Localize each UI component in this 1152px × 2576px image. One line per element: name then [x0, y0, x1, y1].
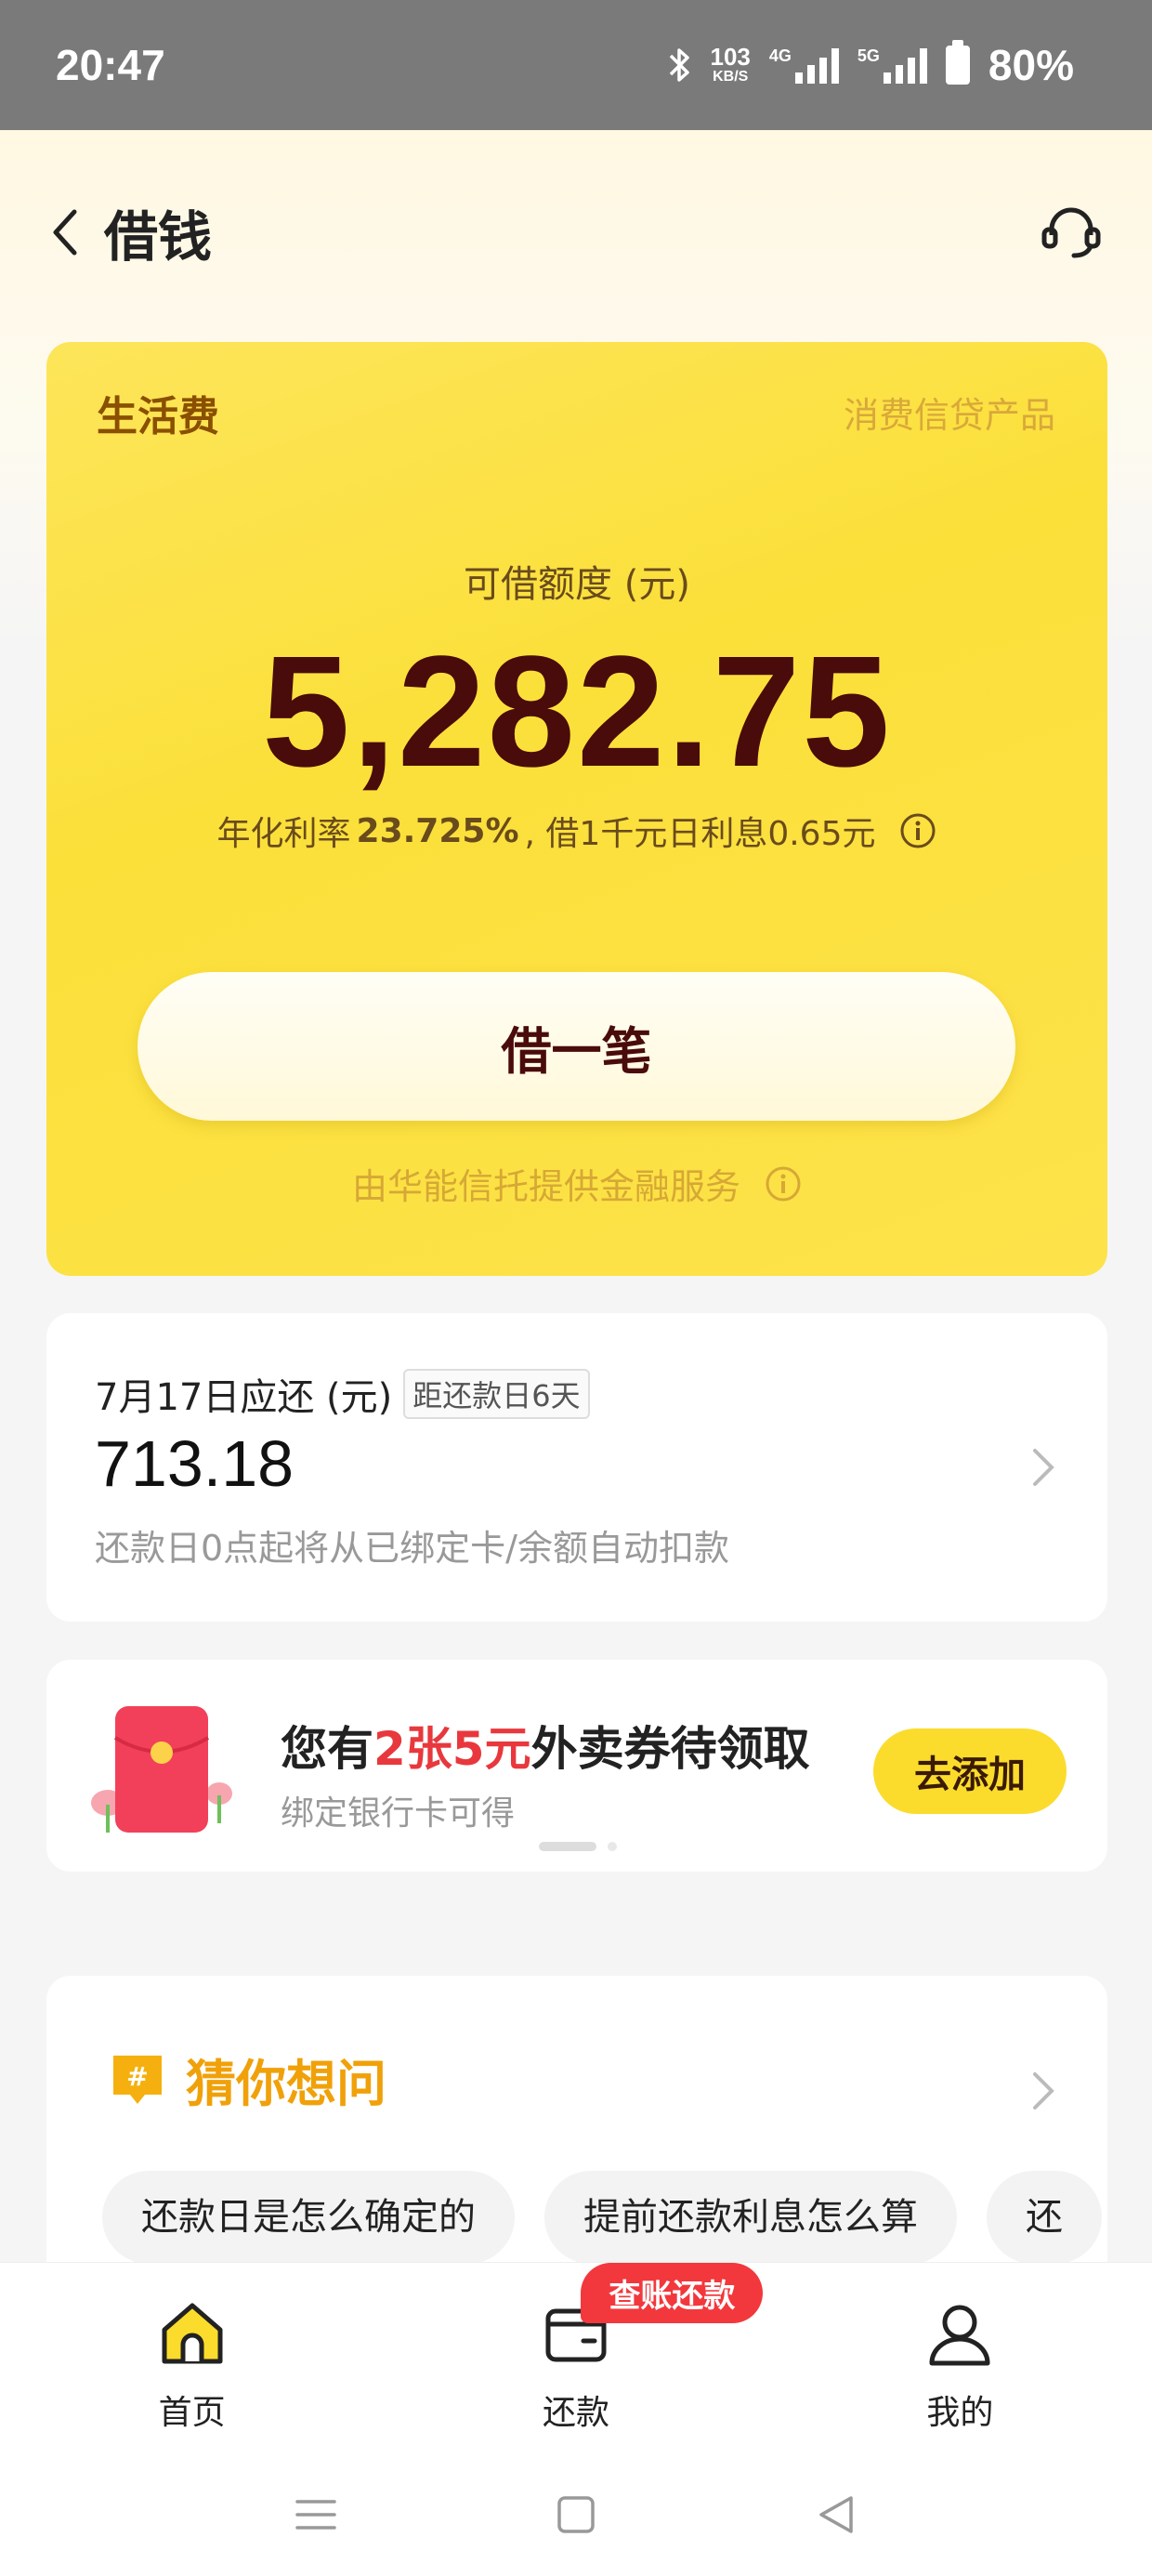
add-card-button[interactable]: 去添加: [873, 1728, 1067, 1814]
back-triangle-icon[interactable]: [814, 2492, 858, 2537]
back-button[interactable]: 借钱: [46, 193, 212, 271]
rate-info: 年化利率 23.725% , 借1千元日利息0.65元: [46, 807, 1107, 855]
promo-title-part: 外卖券待领取: [530, 1722, 810, 1776]
net-speed: 103 KB/S: [710, 43, 751, 85]
repayment-amount: 713.18: [95, 1427, 295, 1500]
menu-icon[interactable]: [294, 2492, 338, 2537]
tab-home[interactable]: 首页: [0, 2263, 384, 2453]
chevron-right-icon: [1033, 1449, 1054, 1486]
provider-text: 由华能信托提供金融服务: [351, 1166, 740, 1207]
status-indicators: 103 KB/S 4G 5G 80%: [668, 40, 1074, 90]
info-icon[interactable]: [765, 1165, 802, 1203]
faq-title: 猜你想问: [186, 2055, 386, 2113]
faq-header[interactable]: # 猜你想问: [108, 2043, 386, 2116]
page-title: 借钱: [104, 205, 213, 269]
user-icon: [929, 2305, 990, 2366]
carousel-dot: [608, 1842, 617, 1851]
signal-5g: 5G: [857, 46, 927, 84]
home-square-icon[interactable]: [554, 2492, 598, 2537]
home-icon: [162, 2303, 223, 2364]
faq-chip[interactable]: 提前还款利息怎么算: [544, 2171, 957, 2264]
carousel-indicator: [539, 1842, 617, 1851]
repayment-date-label: 7月17日应还 (元): [95, 1376, 393, 1419]
system-navigation-bar: [0, 2453, 1152, 2576]
chevron-right-icon[interactable]: [1031, 2070, 1055, 2111]
limit-label: 可借额度 (元): [464, 563, 690, 606]
repayment-note: 还款日0点起将从已绑定卡/余额自动扣款: [95, 1528, 729, 1569]
battery-icon: [945, 40, 970, 85]
promo-subtitle: 绑定银行卡可得: [281, 1794, 516, 1833]
tab-mine[interactable]: 我的: [768, 2263, 1152, 2453]
status-bar: 20:47 103 KB/S 4G 5G 80%: [0, 0, 1152, 130]
tab-repay[interactable]: 还款 查账还款: [384, 2263, 767, 2453]
status-time: 20:47: [56, 41, 165, 89]
rate-prefix: 年化利率: [216, 815, 351, 853]
faq-chip[interactable]: 还款日是怎么确定的: [102, 2171, 515, 2264]
hashtag-icon: #: [113, 2055, 162, 2104]
chevron-left-icon: [53, 209, 77, 256]
days-left-badge: 距还款日6天: [403, 1369, 590, 1419]
faq-chips: 还款日是怎么确定的 提前还款利息怎么算 还: [102, 2171, 1102, 2264]
tab-label: 我的: [926, 2394, 994, 2432]
carousel-dot-active: [539, 1842, 596, 1851]
info-icon[interactable]: [899, 812, 936, 849]
rate-value: 23.725%: [356, 811, 519, 850]
rate-suffix: , 借1千元日利息0.65元: [524, 815, 876, 853]
page-header: 借钱: [0, 177, 1152, 288]
svg-text:#: #: [126, 2061, 148, 2092]
product-tag: 消费信贷产品: [843, 395, 1055, 436]
loan-card: 生活费 消费信贷产品 可借额度 (元) 5,282.75 年化利率 23.725…: [46, 342, 1107, 1276]
tab-label: 还款: [542, 2394, 609, 2432]
customer-service-icon[interactable]: [1039, 200, 1104, 265]
red-envelope-icon: [91, 1706, 232, 1833]
signal-bars-icon: [794, 46, 839, 84]
promo-title: 您有2张5元外卖券待领取: [281, 1712, 810, 1779]
bottom-tab-bar: 首页 还款 查账还款 我的: [0, 2262, 1152, 2453]
provider-note: 由华能信托提供金融服务: [46, 1158, 1107, 1209]
faq-chip[interactable]: 还: [987, 2171, 1102, 2264]
faq-card: # 猜你想问 还款日是怎么确定的 提前还款利息怎么算 还: [46, 1976, 1107, 2273]
repayment-title: 7月17日应还 (元) 距还款日6天: [95, 1367, 590, 1421]
tab-badge: 查账还款: [581, 2263, 764, 2323]
product-name: 生活费: [97, 393, 219, 440]
coupon-promo-card[interactable]: 您有2张5元外卖券待领取 绑定银行卡可得 去添加: [46, 1660, 1107, 1872]
bluetooth-icon: [669, 48, 689, 82]
signal-4g: 4G: [769, 46, 839, 84]
borrow-button[interactable]: 借一笔: [137, 972, 1015, 1121]
battery-percent: 80%: [988, 41, 1074, 89]
repayment-card[interactable]: 7月17日应还 (元) 距还款日6天 713.18 还款日0点起将从已绑定卡/余…: [46, 1313, 1107, 1622]
signal-bars-icon: [883, 46, 927, 84]
tab-label: 首页: [158, 2394, 226, 2432]
promo-title-part: 您有: [281, 1722, 373, 1776]
limit-amount: 5,282.75: [262, 624, 892, 800]
promo-highlight: 2张5元: [373, 1722, 531, 1776]
